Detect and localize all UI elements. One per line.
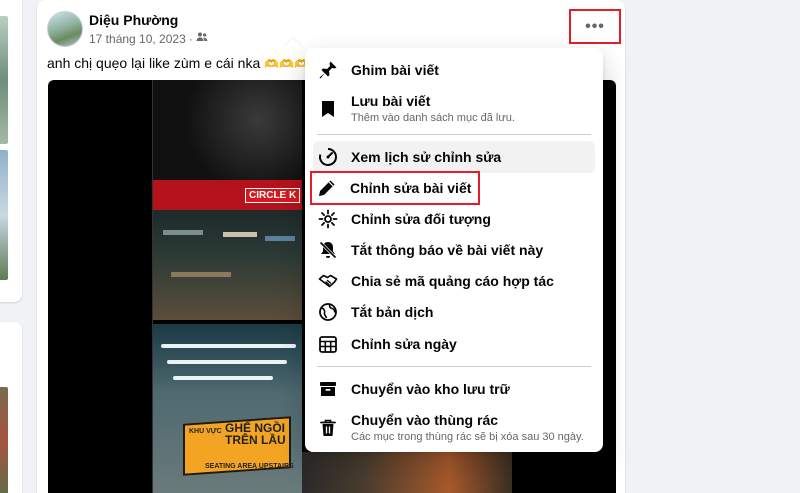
sidebar-card-top: [0, 0, 22, 302]
bookmark-icon: [317, 98, 339, 120]
menu-item-turn-off-notifications[interactable]: Tắt thông báo về bài viết này: [313, 234, 595, 266]
menu-item-label: Tắt bản dịch: [351, 303, 434, 320]
globe-icon: [317, 301, 339, 323]
menu-divider: [317, 134, 591, 135]
menu-item-edit-date[interactable]: Chỉnh sửa ngày: [313, 328, 595, 360]
menu-item-label: Xem lịch sử chỉnh sửa: [351, 148, 502, 165]
menu-item-label: Chỉnh sửa ngày: [351, 335, 457, 352]
author-avatar[interactable]: [47, 11, 83, 47]
menu-item-turn-off-translation[interactable]: Tắt bản dịch: [313, 296, 595, 328]
more-options-icon: •••: [585, 17, 605, 35]
caption-emoji: 🫶🫶🫶: [264, 57, 309, 71]
menu-item-label: Chỉnh sửa đối tượng: [351, 210, 491, 227]
trash-icon: [317, 417, 339, 439]
history-icon: [317, 146, 339, 168]
menu-item-move-to-archive[interactable]: Chuyển vào kho lưu trữ: [313, 373, 595, 405]
sidebar-thumbnail[interactable]: [0, 387, 8, 493]
meta-separator: ·: [188, 31, 193, 46]
store-sign: CIRCLE K: [245, 188, 301, 203]
photo-shelf: [171, 272, 231, 277]
sidebar-thumbnail[interactable]: [0, 150, 8, 280]
menu-item-description: Thêm vào danh sách mục đã lưu.: [351, 112, 515, 124]
photo-shelf: [265, 236, 295, 241]
menu-item-edit-audience[interactable]: Chỉnh sửa đối tượng: [313, 203, 595, 235]
gear-icon: [317, 208, 339, 230]
friends-audience-icon[interactable]: [196, 31, 208, 46]
sign-text-small: KHU VỰC: [189, 428, 222, 435]
photo-content: CIRCLE K KHU VỰC GHẾ NGỒI TRÊN LẦU SEATI…: [152, 80, 302, 493]
ceiling-light: [173, 376, 273, 380]
author-name[interactable]: Diệu Phường: [89, 12, 178, 28]
menu-item-label: Chuyển vào thùng rác: [351, 412, 499, 428]
post-caption: anh chị quẹo lại like zùm e cái nka 🫶🫶🫶: [47, 55, 309, 71]
menu-item-save-post[interactable]: Lưu bài viết Thêm vào danh sách mục đã l…: [313, 86, 595, 132]
handshake-icon: [317, 270, 339, 292]
menu-item-label: Tắt thông báo về bài viết này: [351, 241, 544, 258]
menu-item-label: Chỉnh sửa bài viết: [350, 179, 472, 196]
sign-text-big: GHẾ NGỒI TRÊN LẦU: [225, 421, 286, 447]
pin-icon: [317, 59, 339, 81]
photo-ceiling: [153, 80, 302, 180]
sidebar-card-bottom: è: [0, 322, 22, 493]
photo-shelf: [163, 230, 203, 235]
menu-item-share-partnership-ad-code[interactable]: Chia sẻ mã quảng cáo hợp tác: [313, 265, 595, 297]
ceiling-light: [167, 360, 287, 364]
menu-item-view-edit-history[interactable]: Xem lịch sử chỉnh sửa: [313, 141, 595, 173]
archive-icon: [317, 378, 339, 400]
photo-store-interior: [153, 210, 302, 320]
post-date[interactable]: 17 tháng 10, 2023: [89, 32, 186, 46]
menu-item-pin-post[interactable]: Ghim bài viết: [313, 54, 595, 86]
calendar-icon: [317, 333, 339, 355]
photo-strip: [302, 452, 512, 493]
menu-item-move-to-trash[interactable]: Chuyển vào thùng rác Các mục trong thùng…: [313, 405, 595, 451]
post-options-menu: Ghim bài viết Lưu bài viết Thêm vào danh…: [305, 48, 603, 452]
ceiling-light: [161, 344, 296, 348]
sidebar-thumbnail[interactable]: [0, 16, 8, 144]
menu-item-label: Chuyển vào kho lưu trữ: [351, 380, 510, 397]
menu-item-description: Các mục trong thùng rác sẽ bị xóa sau 30…: [351, 431, 584, 443]
menu-divider: [317, 366, 591, 367]
photo-shelf: [223, 232, 257, 237]
caption-text: anh chị quẹo lại like zùm e cái nka: [47, 55, 261, 71]
menu-item-edit-post[interactable]: Chỉnh sửa bài viết: [310, 171, 480, 205]
menu-item-label: Lưu bài viết: [351, 93, 431, 109]
sign-text-bottom: SEATING AREA UPSTAIRS: [205, 463, 294, 470]
bell-off-icon: [317, 239, 339, 261]
post-meta: 17 tháng 10, 2023 ·: [89, 31, 208, 46]
post-options-button[interactable]: •••: [569, 9, 621, 44]
pencil-icon: [316, 177, 338, 199]
menu-item-label: Chia sẻ mã quảng cáo hợp tác: [351, 272, 554, 289]
menu-item-label: Ghim bài viết: [351, 61, 439, 78]
